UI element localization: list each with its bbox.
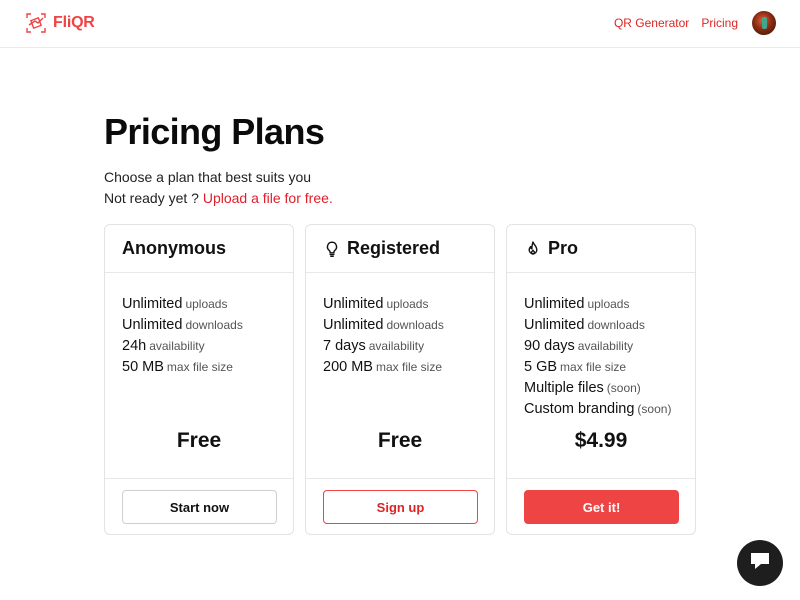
plan-header: Pro xyxy=(507,225,695,273)
feature-label: availability xyxy=(368,339,425,353)
feature-value: Unlimited xyxy=(524,317,585,333)
feature-value: 90 days xyxy=(524,338,575,354)
fliqr-logo-icon xyxy=(25,12,47,34)
plan-price: Free xyxy=(377,429,423,452)
feature-item: 7 days availability xyxy=(323,336,494,357)
feature-value: 24h xyxy=(122,338,147,354)
feature-item: 200 MB max file size xyxy=(323,357,494,378)
plan-features: Unlimited uploads Unlimited downloads 7 da… xyxy=(306,273,494,378)
top-navbar: FliQR QR Generator Pricing xyxy=(0,0,800,48)
brand[interactable]: FliQR xyxy=(25,12,95,34)
plan-features: Unlimited uploads Unlimited downloads 24h a… xyxy=(105,273,293,378)
plan-footer-divider xyxy=(105,478,293,479)
avatar[interactable] xyxy=(752,11,776,35)
feature-value: Unlimited xyxy=(122,317,183,333)
feature-label: downloads xyxy=(386,318,444,332)
plan-card-pro: Pro Unlimited uploads Unlimited downloads … xyxy=(506,224,696,535)
feature-label: uploads xyxy=(185,297,228,311)
feature-item: 50 MB max file size xyxy=(122,357,293,378)
chat-bubble-icon xyxy=(749,551,771,576)
plan-name: Anonymous xyxy=(122,238,227,258)
plan-name: Registered xyxy=(347,238,441,258)
feature-label: max file size xyxy=(375,360,443,374)
feature-item: Custom branding (soon) xyxy=(524,399,695,420)
flame-icon xyxy=(524,240,542,258)
plan-name: Pro xyxy=(548,238,579,258)
not-ready-text: Not ready yet ? Upload a file for free. xyxy=(104,190,333,206)
chat-button[interactable] xyxy=(737,540,783,586)
feature-value: Multiple files xyxy=(524,380,604,396)
feature-value: 5 GB xyxy=(524,359,558,375)
main-nav: QR Generator Pricing xyxy=(614,11,776,35)
feature-label: max file size xyxy=(560,360,627,374)
plan-features: Unlimited uploads Unlimited downloads 90 d… xyxy=(507,273,695,420)
feature-label: availability xyxy=(577,339,634,353)
feature-value: Unlimited xyxy=(323,296,384,312)
plan-footer-divider xyxy=(306,478,494,479)
feature-label: downloads xyxy=(587,318,645,332)
plan-header: Anonymous xyxy=(105,225,293,273)
feature-label: (soon) xyxy=(606,381,641,395)
feature-item: 24h availability xyxy=(122,336,293,357)
feature-value: Unlimited xyxy=(323,317,384,333)
feature-item: Unlimited uploads xyxy=(524,294,695,315)
page-subtitle: Choose a plan that best suits you xyxy=(104,169,312,185)
feature-item: Multiple files (soon) xyxy=(524,378,695,399)
get-it-button[interactable]: Get it! xyxy=(524,490,679,524)
feature-value: Custom branding xyxy=(524,401,635,417)
lightbulb-icon xyxy=(323,240,341,258)
nav-pricing[interactable]: Pricing xyxy=(701,16,738,30)
upload-free-link[interactable]: Upload a file for free. xyxy=(203,190,333,206)
feature-value: Unlimited xyxy=(122,296,183,312)
feature-label: uploads xyxy=(587,297,630,311)
feature-value: 50 MB xyxy=(122,359,164,375)
feature-label: max file size xyxy=(166,360,233,374)
plan-header: Registered xyxy=(306,225,494,273)
feature-label: downloads xyxy=(185,318,243,332)
brand-name: FliQR xyxy=(53,14,95,31)
plan-card-anonymous: Anonymous Unlimited uploads Unlimited down… xyxy=(104,224,294,535)
start-now-button[interactable]: Start now xyxy=(122,490,277,524)
plan-footer-divider xyxy=(507,478,695,479)
feature-item: Unlimited downloads xyxy=(122,315,293,336)
feature-item: Unlimited uploads xyxy=(323,294,494,315)
nav-qr-generator[interactable]: QR Generator xyxy=(614,16,689,30)
sign-up-button[interactable]: Sign up xyxy=(323,490,478,524)
plan-price: Free xyxy=(176,429,222,452)
plan-price: $4.99 xyxy=(574,429,628,452)
feature-label: availability xyxy=(149,339,205,353)
feature-item: Unlimited uploads xyxy=(122,294,293,315)
feature-item: Unlimited downloads xyxy=(524,315,695,336)
feature-value: 200 MB xyxy=(323,359,373,375)
feature-item: Unlimited downloads xyxy=(323,315,494,336)
not-ready-prefix: Not ready yet ? xyxy=(104,190,199,206)
feature-label: (soon) xyxy=(637,402,672,416)
feature-value: Unlimited xyxy=(524,296,585,312)
plan-card-registered: Registered Unlimited uploads Unlimited dow… xyxy=(305,224,495,535)
page-title: Pricing Plans xyxy=(104,111,325,152)
feature-item: 90 days availability xyxy=(524,336,695,357)
feature-label: uploads xyxy=(386,297,429,311)
feature-value: 7 days xyxy=(323,338,366,354)
feature-item: 5 GB max file size xyxy=(524,357,695,378)
